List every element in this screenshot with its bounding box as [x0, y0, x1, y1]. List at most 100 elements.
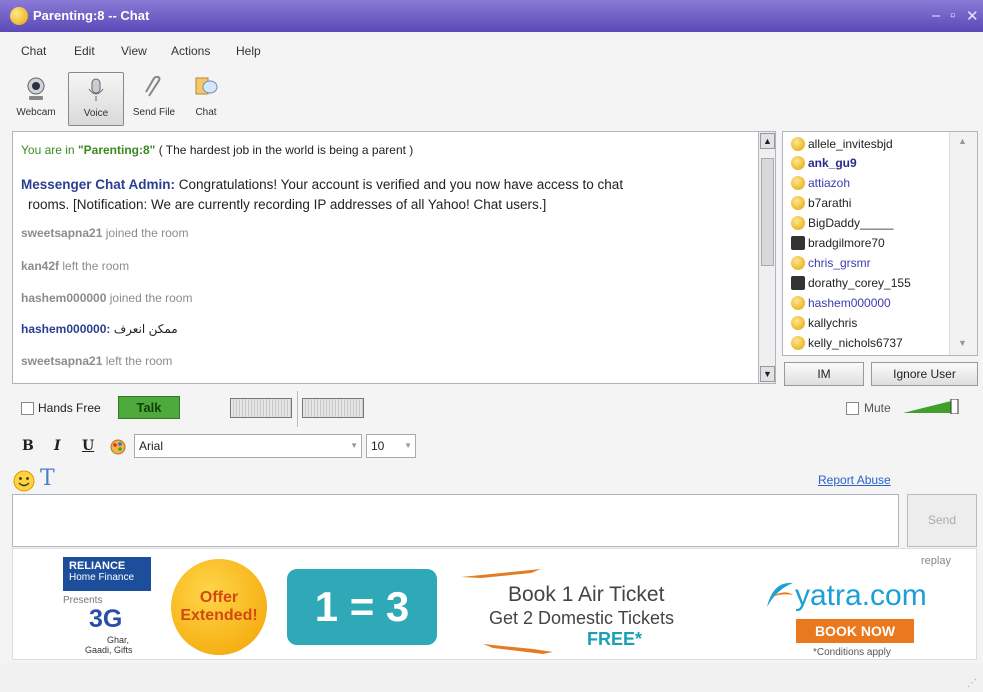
voice-button[interactable]: Voice [68, 72, 124, 126]
webcam-user-icon [791, 236, 805, 250]
font-size-select[interactable]: 10 ▼ [366, 434, 416, 458]
user-list-item[interactable]: kelly_nichols6737 [791, 334, 903, 353]
voice-bar: Hands Free Talk Mute [0, 391, 983, 427]
room-name: "Parenting:8" [77, 143, 156, 157]
webcam-user-icon [791, 276, 805, 290]
microphone-icon [88, 78, 104, 101]
airplane-icon [483, 644, 553, 654]
chevron-down-icon: ▼ [350, 441, 358, 450]
user-list-item[interactable]: dorathy_corey_155 [791, 274, 911, 293]
resize-grip-icon[interactable]: ⋰ [967, 678, 977, 689]
menu-edit[interactable]: Edit [74, 44, 95, 58]
divider [297, 391, 298, 427]
smiley-icon [791, 176, 805, 190]
send-file-button[interactable]: Send File [126, 72, 182, 126]
message-input[interactable] [12, 494, 899, 547]
yatra-logo-icon [767, 582, 793, 607]
maximize-icon[interactable]: ▫ [950, 7, 955, 24]
chat-log[interactable]: You are in "Parenting:8" ( The hardest j… [12, 131, 776, 384]
scroll-down-icon[interactable]: ▼ [958, 338, 967, 348]
menu-bar: Chat Edit View Actions Help [0, 32, 983, 68]
menu-view[interactable]: View [121, 44, 147, 58]
chat-message-continued: rooms. [Notification: We are currently r… [28, 197, 547, 212]
underline-button[interactable]: U [82, 438, 94, 454]
webcam-icon [27, 77, 45, 100]
menu-actions[interactable]: Actions [171, 44, 210, 58]
mute-checkbox[interactable] [846, 402, 859, 415]
message-user[interactable]: sweetsapna21 [21, 354, 102, 368]
volume-slider[interactable] [903, 399, 959, 414]
message-user[interactable]: Messenger Chat Admin: [21, 177, 175, 192]
user-list-scrollbar[interactable]: ▲ ▼ [949, 132, 977, 355]
hands-free-checkbox[interactable] [21, 402, 34, 415]
toolbar: Webcam Voice Send File Chat [0, 68, 983, 130]
font-select[interactable]: Arial ▼ [134, 434, 362, 458]
user-list-item[interactable]: bradgilmore70 [791, 234, 885, 253]
send-button[interactable]: Send [907, 494, 977, 547]
menu-help[interactable]: Help [236, 44, 261, 58]
status-bar: ⋰ [0, 663, 983, 692]
book-now-button[interactable]: BOOK NOW [796, 619, 914, 643]
webcam-button[interactable]: Webcam [8, 72, 64, 126]
minimize-icon[interactable]: – [932, 7, 940, 24]
output-level-meter [302, 398, 364, 418]
offer-badge: Offer Extended! [171, 559, 267, 655]
talk-button[interactable]: Talk [118, 396, 180, 419]
smiley-icon [791, 137, 805, 151]
scroll-down-icon[interactable]: ▼ [760, 366, 775, 382]
italic-button[interactable]: I [54, 438, 61, 454]
text-style-icon[interactable]: T [40, 466, 55, 491]
smiley-icon [791, 296, 805, 310]
chat-scrollbar[interactable]: ▲ ▼ [758, 131, 776, 384]
replay-link[interactable]: replay [921, 555, 951, 567]
ad-banner[interactable]: RELIANCE Home Finance Presents 3G Ghar, … [12, 548, 977, 660]
ignore-user-button[interactable]: Ignore User [871, 362, 978, 386]
reliance-logo: RELIANCE Home Finance [63, 557, 151, 591]
chat-message: sweetsapna21 left the room [21, 354, 173, 368]
chevron-down-icon: ▼ [404, 441, 412, 450]
user-list-item[interactable]: attiazoh [791, 174, 850, 193]
message-user[interactable]: kan42f [21, 259, 59, 273]
user-list-item[interactable]: hashem000000 [791, 294, 891, 313]
close-icon[interactable]: ✕ [966, 7, 979, 25]
user-list[interactable]: allele_invitesbjd ank_gu9 attiazoh b7ara… [782, 131, 978, 356]
room-header: You are in "Parenting:8" ( The hardest j… [21, 143, 414, 157]
user-list-item[interactable]: ank_gu9 [791, 154, 857, 173]
im-button[interactable]: IM [784, 362, 864, 386]
message-user[interactable]: sweetsapna21 [21, 226, 102, 240]
smiley-icon [791, 336, 805, 350]
yatra-brand: yatra.com [795, 579, 927, 612]
smiley-icon [791, 256, 805, 270]
input-level-meter [230, 398, 292, 418]
yahoo-messenger-icon [10, 7, 28, 25]
chat-button[interactable]: Chat [186, 72, 226, 126]
window-title: Parenting:8 -- Chat [33, 8, 150, 23]
smiley-icon [791, 156, 805, 170]
emoticon-icon[interactable] [13, 470, 35, 492]
chat-message: kan42f left the room [21, 259, 130, 273]
color-palette-icon[interactable] [110, 439, 126, 455]
airplane-icon [461, 569, 541, 578]
chat-message: Messenger Chat Admin: Congratulations! Y… [21, 177, 624, 192]
message-user[interactable]: hashem000000: [21, 322, 110, 336]
user-list-item[interactable]: kallychris [791, 314, 857, 333]
room-topic: ( The hardest job in the world is being … [158, 143, 414, 157]
smiley-icon [791, 216, 805, 230]
user-list-item[interactable]: b7arathi [791, 194, 851, 213]
smiley-icon [791, 316, 805, 330]
menu-chat[interactable]: Chat [21, 44, 46, 58]
bold-button[interactable]: B [22, 438, 34, 454]
user-list-item[interactable]: chris_grsmr [791, 254, 871, 273]
user-list-item[interactable]: allele_invitesbjd [791, 135, 893, 154]
mute-label: Mute [864, 401, 891, 415]
chat-message: sweetsapna21 joined the room [21, 226, 189, 240]
scroll-up-icon[interactable]: ▲ [760, 133, 775, 149]
report-abuse-link[interactable]: Report Abuse [818, 473, 891, 487]
smiley-icon [791, 196, 805, 210]
scroll-up-icon[interactable]: ▲ [958, 136, 967, 146]
hands-free-label: Hands Free [38, 401, 101, 415]
chat-bubble-icon [195, 77, 218, 95]
user-list-item[interactable]: BigDaddy_____ [791, 214, 893, 233]
scroll-thumb[interactable] [761, 158, 774, 266]
message-user[interactable]: hashem000000 [21, 291, 106, 305]
